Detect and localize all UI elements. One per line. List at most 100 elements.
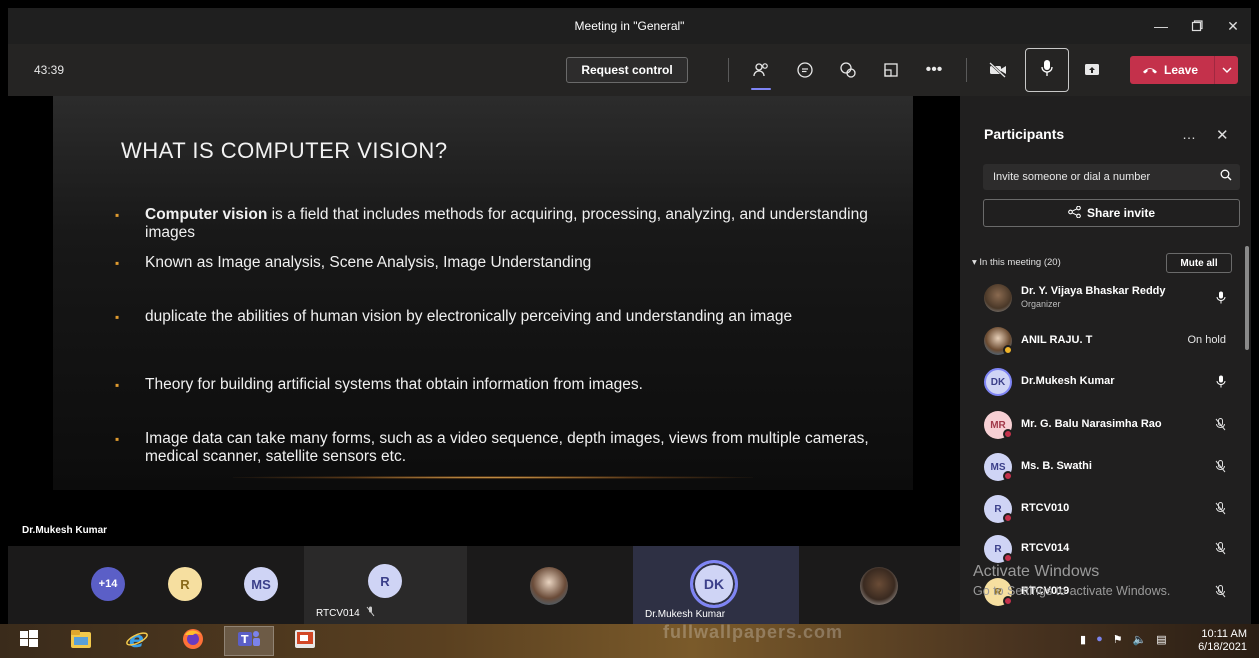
maximize-icon[interactable] bbox=[1179, 14, 1215, 38]
title-bar: Meeting in "General" — ✕ bbox=[8, 8, 1251, 44]
more-actions-icon[interactable]: ••• bbox=[920, 56, 948, 84]
participant-row[interactable]: Dr. Y. Vijaya Bhaskar Reddy Organizer bbox=[984, 282, 1240, 312]
mic-off-icon bbox=[1215, 585, 1226, 601]
avatar[interactable]: R bbox=[168, 567, 202, 601]
mic-off-icon bbox=[1215, 418, 1226, 434]
share-screen-icon[interactable] bbox=[1078, 56, 1106, 84]
avatar: R bbox=[368, 564, 402, 598]
internet-explorer-button[interactable]: e bbox=[112, 626, 162, 656]
overflow-participants-button[interactable]: +14 bbox=[91, 567, 125, 601]
participant-row[interactable]: R RTCV014 bbox=[984, 533, 1240, 563]
microphone-button[interactable] bbox=[1025, 48, 1069, 92]
participant-row[interactable]: DK Dr.Mukesh Kumar bbox=[984, 366, 1240, 396]
mute-all-button[interactable]: Mute all bbox=[1166, 253, 1232, 273]
slide-bullet: ▪ Known as Image analysis, Scene Analysi… bbox=[115, 254, 592, 271]
teams-tray-icon[interactable]: ● bbox=[1096, 633, 1103, 646]
participant-row[interactable]: ANIL RAJU. T On hold bbox=[984, 325, 1240, 355]
avatar: DK bbox=[690, 560, 738, 608]
participant-name: Dr. Y. Vijaya Bhaskar Reddy bbox=[1021, 285, 1166, 297]
window-title: Meeting in "General" bbox=[574, 19, 685, 33]
share-icon bbox=[1068, 205, 1081, 221]
mic-off-icon bbox=[366, 606, 375, 620]
close-icon[interactable]: ✕ bbox=[1216, 126, 1229, 144]
meeting-toolbar: 43:39 Request control ••• Leave bbox=[8, 44, 1251, 96]
camera-off-icon[interactable] bbox=[984, 56, 1012, 84]
participant-name: Ms. B. Swathi bbox=[1021, 460, 1092, 472]
file-explorer-button[interactable] bbox=[56, 626, 106, 656]
site-watermark: fullwallpapers.com bbox=[663, 622, 844, 642]
svg-text:e: e bbox=[129, 628, 144, 651]
close-icon[interactable]: ✕ bbox=[1215, 14, 1251, 38]
minimize-icon[interactable]: — bbox=[1143, 14, 1179, 38]
participant-name: Dr.Mukesh Kumar bbox=[1021, 375, 1115, 387]
powerpoint-button[interactable] bbox=[280, 626, 330, 656]
panel-scrollbar[interactable] bbox=[1245, 246, 1249, 350]
invite-search-input[interactable]: Invite someone or dial a number bbox=[983, 164, 1240, 190]
presentation-slide: WHAT IS COMPUTER VISION? ▪ Computer visi… bbox=[53, 96, 913, 490]
invite-placeholder: Invite someone or dial a number bbox=[993, 171, 1151, 183]
more-options-icon[interactable]: … bbox=[1182, 126, 1196, 142]
share-invite-button[interactable]: Share invite bbox=[983, 199, 1240, 227]
mic-off-icon bbox=[1215, 502, 1226, 518]
leave-button[interactable]: Leave bbox=[1130, 56, 1238, 84]
video-tile-active-speaker[interactable]: DK Dr.Mukesh Kumar bbox=[633, 546, 799, 624]
battery-icon[interactable]: ▮ bbox=[1080, 633, 1086, 646]
avatar bbox=[860, 567, 898, 605]
participant-name: RTCV014 bbox=[1021, 542, 1070, 554]
teams-icon: T bbox=[236, 628, 262, 655]
panel-title: Participants bbox=[984, 126, 1065, 142]
video-tile[interactable] bbox=[799, 546, 960, 624]
activate-windows-watermark: Activate Windows Go to Settings to activ… bbox=[973, 563, 1171, 598]
clock-date: 6/18/2021 bbox=[1198, 641, 1247, 653]
chevron-down-icon[interactable] bbox=[1214, 56, 1238, 84]
status-badge bbox=[1003, 471, 1013, 481]
chat-icon[interactable] bbox=[791, 56, 819, 84]
tile-name: RTCV014 bbox=[316, 607, 360, 619]
avatar bbox=[530, 567, 568, 605]
avatar bbox=[984, 284, 1012, 312]
window-controls: — ✕ bbox=[1143, 14, 1251, 38]
participant-name: RTCV010 bbox=[1021, 502, 1070, 514]
clock-time: 10:11 AM bbox=[1201, 628, 1247, 640]
slide-title: WHAT IS COMPUTER VISION? bbox=[121, 138, 448, 163]
status-badge bbox=[1003, 429, 1013, 439]
avatar[interactable]: MS bbox=[244, 567, 278, 601]
slide-bullet: ▪ Image data can take many forms, such a… bbox=[115, 430, 869, 465]
leave-label: Leave bbox=[1164, 63, 1199, 77]
shared-content-stage: WHAT IS COMPUTER VISION? ▪ Computer visi… bbox=[8, 96, 960, 546]
participants-icon[interactable] bbox=[747, 56, 775, 90]
participant-row[interactable]: MS Ms. B. Swathi bbox=[984, 451, 1240, 481]
presenter-name: Dr.Mukesh Kumar bbox=[22, 525, 108, 536]
teams-window: Meeting in "General" — ✕ 43:39 Request c… bbox=[0, 0, 1259, 658]
volume-icon[interactable]: 🔈 bbox=[1133, 633, 1147, 646]
chevron-down-icon: ▾ bbox=[972, 257, 977, 268]
participant-row[interactable]: R RTCV010 bbox=[984, 493, 1240, 523]
participant-row[interactable]: MR Mr. G. Balu Narasimha Rao bbox=[984, 409, 1240, 439]
firefox-button[interactable] bbox=[168, 626, 218, 656]
slide-bullet: ▪ Theory for building artificial systems… bbox=[115, 376, 643, 393]
participant-name: Mr. G. Balu Narasimha Rao bbox=[1021, 418, 1162, 430]
windows-taskbar: e T ▮ ● ⚑ 🔈 ▤ 10:11 AM 6/18/2021 bbox=[0, 624, 1259, 658]
avatar: DK bbox=[984, 368, 1012, 396]
folder-icon bbox=[69, 628, 93, 655]
participant-role: Organizer bbox=[1021, 299, 1061, 309]
rooms-icon[interactable] bbox=[877, 56, 905, 84]
slide-bullet: ▪ duplicate the abilities of human visio… bbox=[115, 308, 793, 325]
taskbar-clock[interactable]: 10:11 AM 6/18/2021 bbox=[1198, 628, 1247, 654]
slides-icon bbox=[293, 628, 317, 655]
slide-decoration bbox=[233, 476, 753, 479]
video-tile[interactable] bbox=[467, 546, 633, 624]
meeting-section-header[interactable]: ▾ In this meeting (20) bbox=[972, 257, 1061, 268]
participant-name: ANIL RAJU. T bbox=[1021, 334, 1093, 346]
start-button[interactable] bbox=[4, 626, 54, 656]
video-tile[interactable]: R RTCV014 bbox=[304, 546, 467, 624]
teams-button[interactable]: T bbox=[224, 626, 274, 656]
flag-icon[interactable]: ⚑ bbox=[1113, 633, 1123, 646]
slide-bullet: ▪ Computer vision is a field that includ… bbox=[115, 206, 868, 241]
divider bbox=[966, 58, 967, 82]
status-badge bbox=[1003, 553, 1013, 563]
reactions-icon[interactable] bbox=[834, 56, 862, 84]
share-invite-label: Share invite bbox=[1086, 206, 1156, 220]
network-icon[interactable]: ▤ bbox=[1156, 633, 1166, 646]
request-control-button[interactable]: Request control bbox=[566, 57, 688, 83]
